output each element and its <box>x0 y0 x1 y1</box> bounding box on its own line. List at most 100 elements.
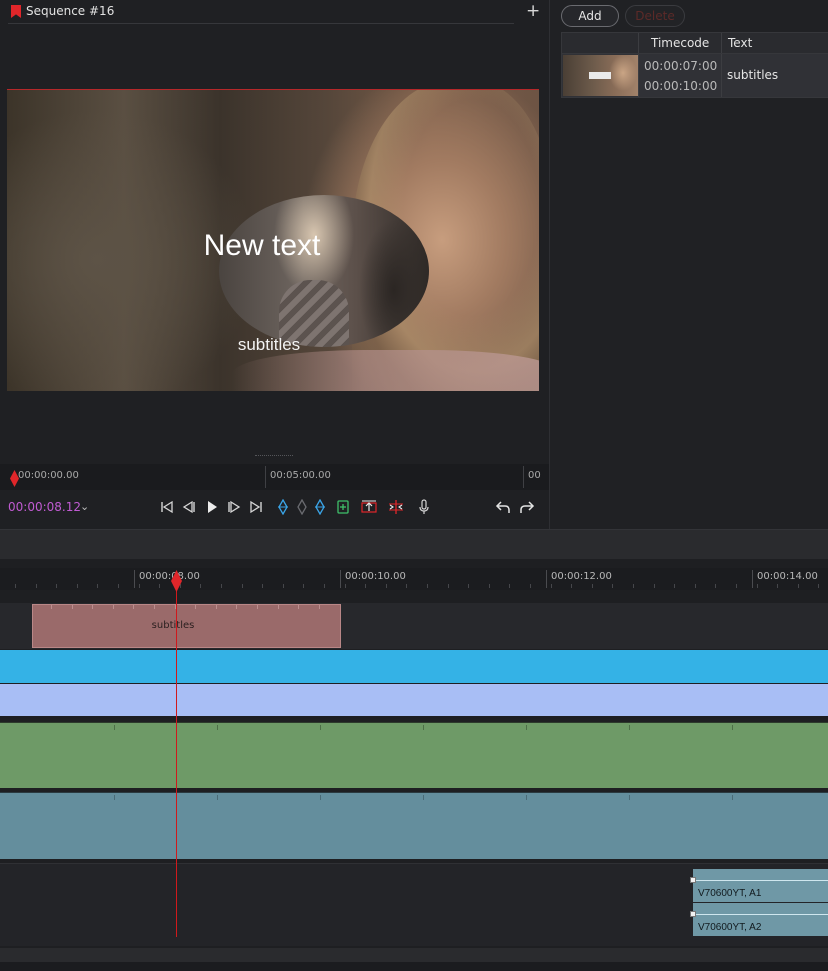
ruler-minor-tick <box>262 584 263 588</box>
ruler-minor-tick <box>283 584 284 588</box>
video-track-1[interactable] <box>0 792 828 859</box>
add-subtitle-button[interactable]: Add <box>561 5 619 27</box>
preview-time-ruler[interactable]: 00:00:00.00 00:05:00.00 00 <box>0 464 549 490</box>
volume-keyframe[interactable] <box>690 911 696 917</box>
ruler-minor-tick <box>633 584 634 588</box>
overlay-text-title[interactable]: New text <box>7 229 517 263</box>
add-sequence-button[interactable]: + <box>526 0 540 22</box>
chevron-down-icon[interactable]: ⌄ <box>80 500 89 513</box>
timecode-in[interactable]: 00:00:07:00 <box>644 59 717 73</box>
volume-keyframe[interactable] <box>690 877 696 883</box>
effects-track[interactable] <box>0 650 828 683</box>
volume-line[interactable] <box>693 880 828 881</box>
video-preview[interactable]: New text subtitles <box>7 89 539 391</box>
player-panel: Sequence #16 + New text subtitles 00:00:… <box>0 0 549 529</box>
ruler-major-tick <box>134 570 135 588</box>
microphone-icon[interactable] <box>414 496 434 518</box>
step-back-icon[interactable] <box>179 496 199 518</box>
timecode-out[interactable]: 00:00:10:00 <box>644 79 717 93</box>
timeline-footer <box>0 962 828 971</box>
clip-tick <box>113 605 114 609</box>
current-timecode[interactable]: 00:00:08.12 <box>8 500 81 514</box>
column-header-timecode[interactable]: Timecode <box>651 36 709 50</box>
ruler-minor-tick <box>489 584 490 588</box>
ruler-minor-tick <box>551 584 552 588</box>
clip-tick <box>319 605 320 609</box>
subtitle-text-cell[interactable]: subtitles <box>727 68 778 82</box>
clip-tick <box>278 605 279 609</box>
ruler-tick <box>265 466 266 488</box>
ruler-label: 00:00:08.00 <box>139 571 200 582</box>
extract-icon[interactable] <box>386 496 406 518</box>
table-row[interactable]: 00:00:07:00 00:00:10:00 subtitles <box>561 54 828 98</box>
play-icon[interactable] <box>202 496 222 518</box>
marker-icon[interactable] <box>292 496 312 518</box>
ruler-minor-tick <box>530 584 531 588</box>
subtitles-table: Timecode Text 00:00:07:00 00:00:10:00 su… <box>561 32 828 98</box>
bookmark-icon <box>11 5 21 18</box>
timeline-ruler[interactable]: 00:00:08.00 00:00:10.00 00:00:12.00 00:0… <box>0 568 828 590</box>
subtitles-panel: Add Delete Timecode Text 00:00:07:00 00:… <box>549 0 828 529</box>
go-to-start-icon[interactable] <box>157 496 177 518</box>
clip-tick <box>72 605 73 609</box>
ruler-minor-tick <box>509 584 510 588</box>
ruler-minor-tick <box>592 584 593 588</box>
add-clip-icon[interactable] <box>333 496 353 518</box>
ruler-minor-tick <box>200 584 201 588</box>
video-track-2[interactable] <box>0 722 828 788</box>
picture-in-picture-overlay[interactable] <box>219 195 429 347</box>
transport-controls: 00:00:08.12 ⌄ <box>0 493 549 523</box>
ruler-minor-tick <box>736 584 737 588</box>
ruler-minor-tick <box>468 584 469 588</box>
audio-clip-a2[interactable]: V70600YT, A2 <box>690 903 828 936</box>
undo-icon[interactable] <box>493 496 513 518</box>
column-divider <box>721 54 722 97</box>
ruler-minor-tick <box>386 584 387 588</box>
ruler-minor-tick <box>303 584 304 588</box>
ruler-minor-tick <box>365 584 366 588</box>
overlay-track[interactable] <box>0 684 828 719</box>
lift-icon[interactable] <box>359 496 379 518</box>
ruler-minor-tick <box>15 584 16 588</box>
ruler-minor-tick <box>777 584 778 588</box>
ruler-minor-tick <box>695 584 696 588</box>
clip-tick <box>51 605 52 609</box>
header-divider <box>8 23 514 24</box>
mark-out-icon[interactable] <box>310 496 330 518</box>
delete-subtitle-button[interactable]: Delete <box>625 5 685 27</box>
ruler-label: 00:05:00.00 <box>270 470 331 481</box>
ruler-minor-tick <box>406 584 407 588</box>
ruler-minor-tick <box>159 584 160 588</box>
clip-tick <box>236 605 237 609</box>
ruler-minor-tick <box>36 584 37 588</box>
volume-line[interactable] <box>693 914 828 915</box>
ruler-label: 00:00:12.00 <box>551 571 612 582</box>
track-tick <box>217 725 218 730</box>
track-tick <box>217 795 218 800</box>
overlay-subtitle-text[interactable]: subtitles <box>7 335 531 355</box>
panel-resize-handle[interactable] <box>255 455 293 458</box>
ruler-minor-tick <box>139 584 140 588</box>
ruler-minor-tick <box>674 584 675 588</box>
audio-clip-label: V70600YT, A1 <box>698 888 762 899</box>
track-tick <box>629 795 630 800</box>
mark-in-icon[interactable] <box>273 496 293 518</box>
audio-clip-a1[interactable]: V70600YT, A1 <box>690 869 828 902</box>
timeline-scrollbar[interactable] <box>0 948 828 962</box>
ruler-minor-tick <box>715 584 716 588</box>
ruler-minor-tick <box>221 584 222 588</box>
clip-tick <box>298 605 299 609</box>
ruler-major-tick <box>752 570 753 588</box>
table-header: Timecode Text <box>561 32 828 54</box>
track-tick <box>423 725 424 730</box>
ruler-minor-tick <box>757 584 758 588</box>
redo-icon[interactable] <box>517 496 537 518</box>
track-tick <box>629 725 630 730</box>
go-to-end-icon[interactable] <box>246 496 266 518</box>
column-header-text[interactable]: Text <box>728 36 752 50</box>
timeline-playhead-line[interactable] <box>176 582 177 937</box>
timeline-toolbar <box>0 529 828 559</box>
subtitle-clip[interactable]: subtitles <box>32 604 341 648</box>
track-tick <box>526 725 527 730</box>
step-forward-icon[interactable] <box>224 496 244 518</box>
